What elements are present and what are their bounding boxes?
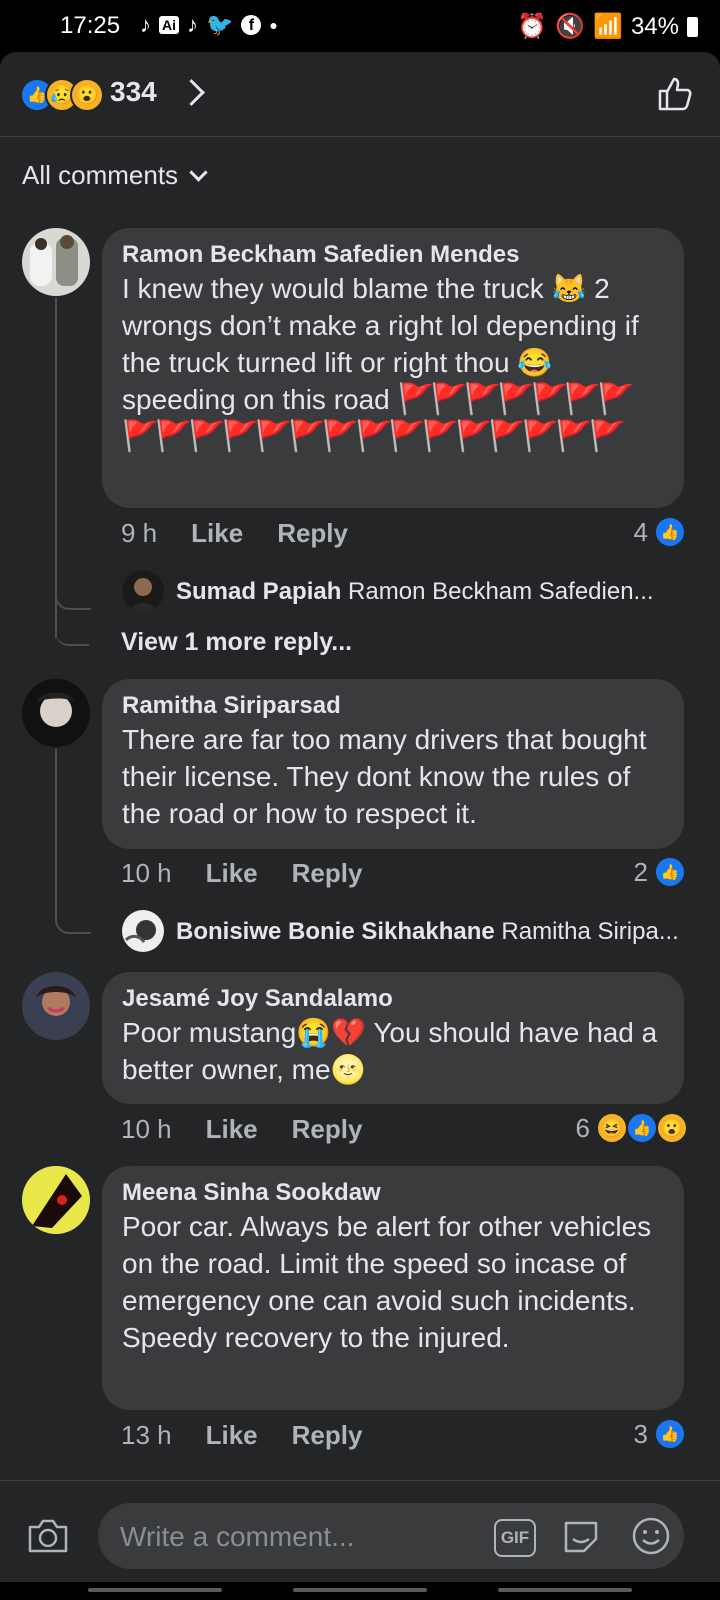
status-time: 17:25 (60, 12, 121, 39)
comment-author[interactable]: Ramitha Siriparsad (122, 691, 664, 721)
thread-line (55, 749, 57, 917)
nav-pill[interactable] (293, 1588, 427, 1592)
like-reaction-icon: 👍 (654, 516, 686, 548)
wow-reaction-icon: 😮 (70, 78, 104, 112)
dot-icon: ● (269, 17, 278, 33)
reply-button[interactable]: Reply (292, 1114, 363, 1145)
twitter-icon: 🐦 (206, 12, 234, 37)
comment-reactions[interactable]: 3 👍 (634, 1418, 686, 1450)
avatar[interactable] (22, 972, 90, 1040)
thread-line (55, 298, 57, 638)
comment-bubble[interactable]: Jesamé Joy Sandalamo Poor mustang😭💔 You … (102, 972, 684, 1104)
haha-reaction-icon: 😆 (596, 1112, 628, 1144)
like-button[interactable]: Like (206, 858, 258, 889)
like-button[interactable]: Like (191, 518, 243, 549)
comment-input-container[interactable]: GIF (98, 1503, 684, 1571)
system-icons: ⏰ 🔇 📶 34% (517, 12, 698, 41)
thumbs-up-outline-icon[interactable] (654, 74, 694, 114)
thread-connector (55, 592, 91, 610)
battery-level: 34% (630, 12, 679, 40)
reaction-number: 3 (633, 1418, 648, 1449)
comment-text: There are far too many drivers that boug… (122, 724, 647, 829)
reply-button[interactable]: Reply (292, 858, 363, 889)
avatar[interactable] (22, 228, 90, 296)
comment-actions: 10 h Like Reply (121, 858, 362, 889)
wow-reaction-icon: 😮 (656, 1112, 688, 1144)
avatar[interactable] (22, 1166, 90, 1234)
comment-bubble[interactable]: Ramitha Siriparsad There are far too man… (102, 679, 684, 849)
comment-actions: 13 h Like Reply (121, 1420, 362, 1451)
tiktok-icon: ♪ (187, 12, 198, 37)
comment-text: I knew they would blame the truck 😹 2 wr… (122, 273, 639, 453)
like-reaction-icon: 👍 (626, 1112, 658, 1144)
reply-button[interactable]: Reply (277, 518, 348, 549)
notification-icons: ♪ Ai ♪ 🐦 f ● (140, 12, 278, 38)
reaction-icons: 👍 😥 😮 (20, 78, 104, 112)
camera-icon[interactable] (26, 1513, 70, 1557)
sticker-icon[interactable] (560, 1515, 602, 1557)
ai-badge-icon: Ai (159, 16, 179, 34)
comment-reactions[interactable]: 2 👍 (634, 856, 686, 888)
tiktok-icon: ♪ (140, 12, 151, 37)
comment-time: 10 h (121, 858, 172, 888)
comment-author[interactable]: Meena Sinha Sookdaw (122, 1178, 664, 1208)
avatar[interactable] (122, 910, 164, 952)
like-reaction-icon: 👍 (654, 856, 686, 888)
reaction-count: 334 (110, 76, 157, 107)
thread-connector (55, 620, 89, 646)
like-reaction-icon: 👍 (654, 1418, 686, 1450)
comment-bubble[interactable]: Ramon Beckham Safedien Mendes I knew the… (102, 228, 684, 508)
reply-author: Bonisiwe Bonie Sikhakhane (176, 918, 495, 945)
comment-time: 9 h (121, 518, 158, 548)
comment-author[interactable]: Jesamé Joy Sandalamo (122, 984, 664, 1014)
nav-pill[interactable] (88, 1588, 222, 1592)
comment-text: Poor car. Always be alert for other vehi… (122, 1211, 652, 1353)
system-nav-bar (0, 1582, 720, 1600)
comment-input[interactable] (118, 1503, 482, 1571)
facebook-icon: f (241, 15, 262, 35)
filter-label: All comments (22, 160, 179, 190)
comment-author[interactable]: Ramon Beckham Safedien Mendes (122, 240, 664, 270)
reaction-number: 4 (633, 516, 648, 547)
chevron-right-icon[interactable] (178, 79, 205, 106)
nav-pill[interactable] (498, 1588, 632, 1592)
like-button[interactable]: Like (206, 1114, 258, 1145)
alarm-icon: ⏰ (517, 13, 548, 40)
avatar[interactable] (22, 679, 90, 747)
reply-preview[interactable]: Bonisiwe Bonie Sikhakhane Ramitha Siripa… (176, 918, 686, 946)
comment-reactions[interactable]: 6 😆 👍 😮 (576, 1112, 688, 1144)
reply-author: Sumad Papiah (176, 578, 342, 605)
battery-icon (687, 16, 698, 37)
avatar[interactable] (122, 570, 164, 612)
reaction-number: 2 (633, 856, 648, 887)
gif-icon[interactable]: GIF (494, 1519, 536, 1557)
status-bar: 17:25 ♪ Ai ♪ 🐦 f ● ⏰ 🔇 📶 34% (0, 0, 720, 52)
reply-text: Ramon Beckham Safedien... (348, 578, 654, 605)
reply-button[interactable]: Reply (292, 1420, 363, 1451)
comment-time: 13 h (121, 1420, 172, 1450)
reactions-header[interactable]: 👍 😥 😮 334 (0, 52, 720, 137)
thread-connector (55, 912, 91, 934)
reply-text: Ramitha Siripa... (501, 918, 679, 945)
comment-bubble[interactable]: Meena Sinha Sookdaw Poor car. Always be … (102, 1166, 684, 1410)
comments-sheet: 👍 😥 😮 334 All comments Ramon Beckham Saf… (0, 52, 720, 1600)
mute-icon: 🔇 (555, 13, 586, 40)
comment-reactions[interactable]: 4 👍 (634, 516, 686, 548)
like-button[interactable]: Like (206, 1420, 258, 1451)
emoji-icon[interactable] (630, 1515, 672, 1557)
reply-preview[interactable]: Sumad Papiah Ramon Beckham Safedien... (176, 578, 686, 606)
comments-filter[interactable]: All comments (22, 160, 208, 191)
wifi-icon: 📶 (593, 13, 623, 40)
chevron-down-icon (189, 163, 208, 182)
comment-actions: 10 h Like Reply (121, 1114, 362, 1145)
comment-time: 10 h (121, 1114, 172, 1144)
comment-text: Poor mustang😭💔 You should have had a bet… (122, 1017, 658, 1085)
comment-actions: 9 h Like Reply (121, 518, 348, 549)
reaction-number: 6 (575, 1112, 590, 1143)
view-more-replies-link[interactable]: View 1 more reply... (121, 628, 352, 657)
